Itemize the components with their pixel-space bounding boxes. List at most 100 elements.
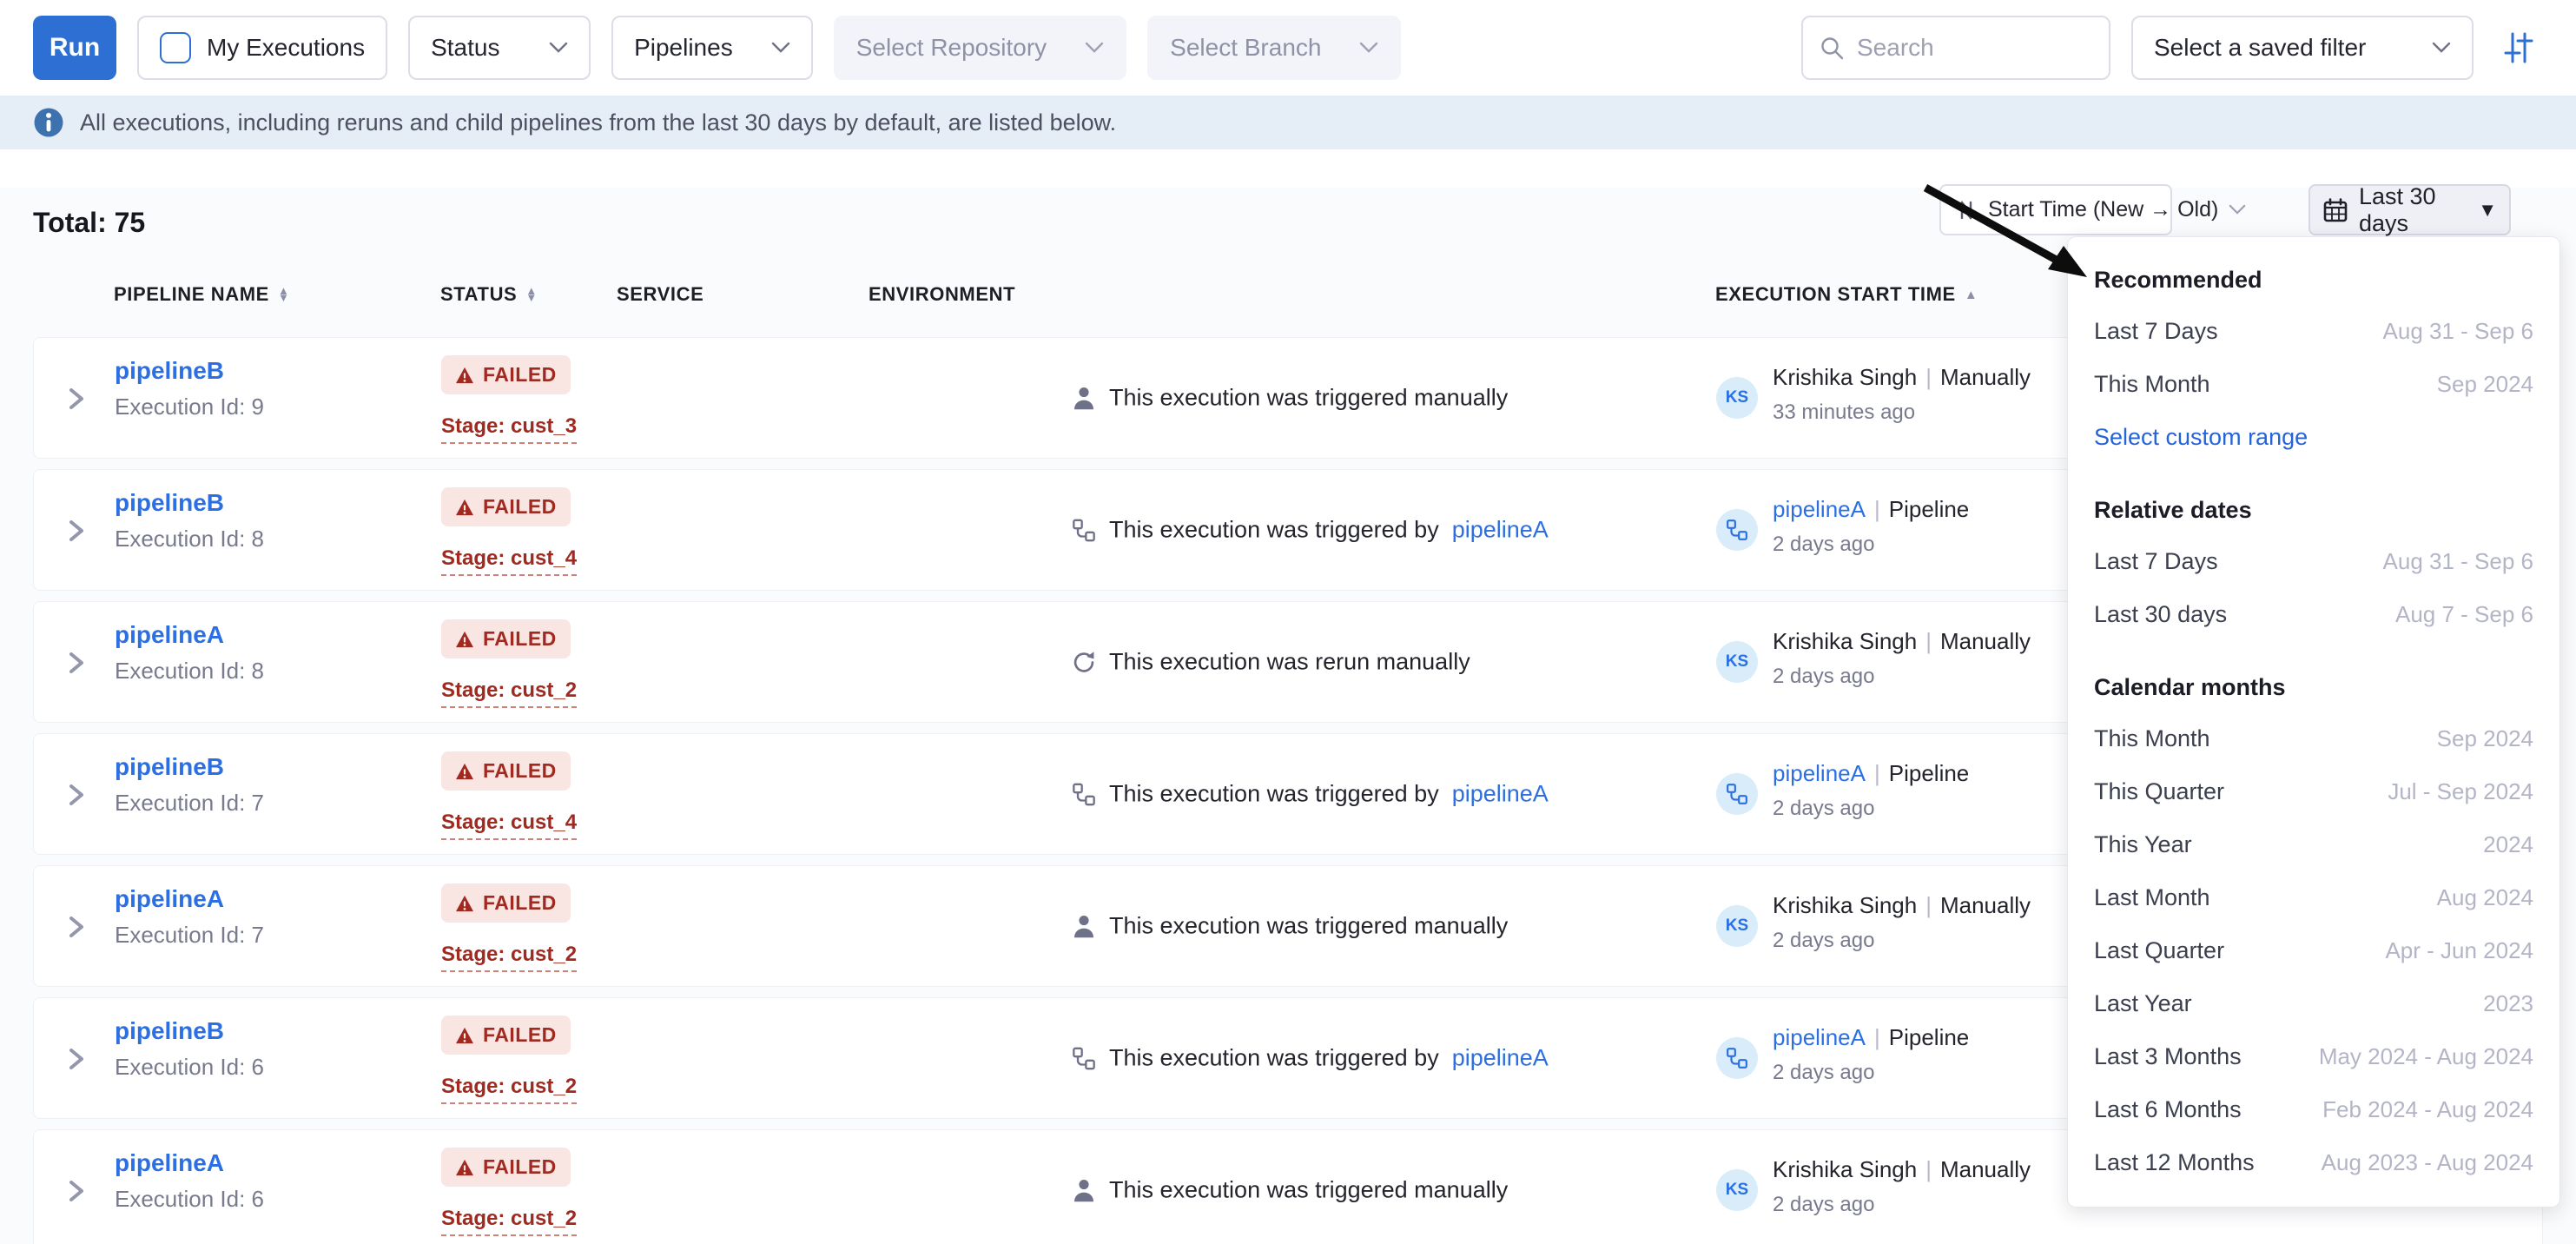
- failed-stage-link[interactable]: Stage: cust_4: [441, 546, 577, 576]
- top-toolbar: Run My Executions Status Pipelines Selec…: [0, 0, 2576, 96]
- failed-stage-link[interactable]: Stage: cust_3: [441, 414, 577, 444]
- chevron-down-icon: [1085, 42, 1104, 54]
- trigger-text: This execution was triggered manually: [1109, 1177, 1508, 1204]
- date-menu-item[interactable]: This QuarterJul - Sep 2024: [2068, 765, 2559, 818]
- triggered-by-name[interactable]: Krishika Singh: [1773, 628, 1917, 654]
- column-header-execution-start-time[interactable]: EXECUTION START TIME ▲: [1715, 283, 1978, 306]
- pipeline-name-link[interactable]: pipelineA: [115, 1149, 224, 1177]
- execution-id: Execution Id: 8: [115, 658, 264, 685]
- date-menu-item[interactable]: Last Quarter Apr - Jun 2024: [2068, 924, 2559, 977]
- date-range-dropdown[interactable]: Last 30 days ▼: [2308, 184, 2511, 235]
- rerun-icon: [1072, 650, 1096, 674]
- sort-order-dropdown[interactable]: Start Time (New → Old): [1939, 184, 2172, 235]
- date-menu-item[interactable]: Last MonthAug 2024: [2068, 871, 2559, 924]
- date-menu-item-label: This Quarter: [2094, 778, 2224, 805]
- triggered-by-name[interactable]: pipelineA: [1773, 1024, 1866, 1050]
- warning-triangle-icon: [455, 367, 474, 384]
- failed-stage-link[interactable]: Stage: cust_2: [441, 943, 577, 972]
- date-menu-section: Calendar monthsThis MonthSep 2024This Qu…: [2068, 662, 2559, 1189]
- failed-stage-link[interactable]: Stage: cust_2: [441, 1075, 577, 1104]
- date-menu-item-label: Last Quarter: [2094, 937, 2224, 964]
- column-header-service: SERVICE: [617, 283, 703, 306]
- expand-chevron-icon[interactable]: [66, 1177, 87, 1205]
- pipeline-name-link[interactable]: pipelineB: [115, 1017, 224, 1045]
- triggered-by-name[interactable]: Krishika Singh: [1773, 1156, 1917, 1182]
- filter-settings-button[interactable]: [2494, 23, 2543, 72]
- date-menu-item-range: Aug 31 - Sep 6: [2383, 548, 2533, 575]
- status-text: FAILED: [483, 1023, 557, 1047]
- date-menu-item[interactable]: Last 3 MonthsMay 2024 - Aug 2024: [2068, 1030, 2559, 1083]
- trigger-info: This execution was rerun manually: [1072, 649, 1470, 676]
- my-executions-checkbox[interactable]: [160, 32, 191, 63]
- branch-filter-label: Select Branch: [1170, 34, 1321, 62]
- date-menu-item[interactable]: Last 30 daysAug 7 - Sep 6: [2068, 588, 2559, 641]
- status-filter-label: Status: [431, 34, 499, 62]
- trigger-pipeline-link[interactable]: pipelineA: [1452, 1045, 1549, 1072]
- saved-filter-dropdown[interactable]: Select a saved filter: [2131, 16, 2474, 80]
- failed-stage-link[interactable]: Stage: cust_2: [441, 678, 577, 708]
- date-menu-item[interactable]: This Year2024: [2068, 818, 2559, 871]
- column-header-pipeline-name[interactable]: PIPELINE NAME ▲▼: [114, 283, 289, 306]
- expand-chevron-icon[interactable]: [66, 913, 87, 941]
- execution-id: Execution Id: 6: [115, 1186, 264, 1213]
- pipeline-name-link[interactable]: pipelineB: [115, 489, 224, 517]
- saved-filter-label: Select a saved filter: [2154, 34, 2366, 62]
- date-menu-item[interactable]: Last 7 DaysAug 31 - Sep 6: [2068, 305, 2559, 358]
- calendar-icon: [2322, 197, 2348, 223]
- pipeline-name-link[interactable]: pipelineB: [115, 357, 224, 385]
- triggered-by-name[interactable]: pipelineA: [1773, 760, 1866, 786]
- column-header-status[interactable]: STATUS ▲▼: [440, 283, 538, 306]
- pipeline-name-link[interactable]: pipelineA: [115, 621, 224, 649]
- date-menu-item-label: Last 12 Months: [2094, 1149, 2255, 1176]
- run-button[interactable]: Run: [33, 16, 116, 80]
- date-menu-section: Relative datesLast 7 DaysAug 31 - Sep 6L…: [2068, 485, 2559, 641]
- date-menu-item[interactable]: Last Year2023: [2068, 977, 2559, 1030]
- date-menu-item-range: Sep 2024: [2437, 371, 2533, 398]
- trigger-pipeline-link[interactable]: pipelineA: [1452, 517, 1549, 544]
- pipelines-filter-dropdown[interactable]: Pipelines: [611, 16, 813, 80]
- start-time-relative: 2 days ago: [1773, 929, 1874, 953]
- date-menu-item[interactable]: Select custom range: [2068, 411, 2559, 464]
- chevron-down-icon: [2229, 204, 2246, 215]
- date-menu-item-range: 2023: [2483, 990, 2533, 1017]
- search-input[interactable]: [1857, 34, 2093, 62]
- date-menu-item[interactable]: Last 7 DaysAug 31 - Sep 6: [2068, 535, 2559, 588]
- trigger-info: This execution was triggered manually: [1072, 913, 1508, 940]
- status-text: FAILED: [483, 495, 557, 519]
- avatar: KS: [1716, 641, 1758, 683]
- date-menu-item[interactable]: This MonthSep 2024: [2068, 358, 2559, 411]
- executions-page: Run My Executions Status Pipelines Selec…: [0, 0, 2576, 1244]
- chevron-down-icon: [549, 42, 568, 54]
- failed-stage-link[interactable]: Stage: cust_4: [441, 811, 577, 840]
- date-menu-item-label: Select custom range: [2094, 424, 2308, 451]
- status-badge: FAILED: [441, 487, 571, 526]
- my-executions-toggle[interactable]: My Executions: [137, 16, 387, 80]
- pipeline-icon: [1072, 518, 1096, 542]
- branch-filter-dropdown[interactable]: Select Branch: [1147, 16, 1401, 80]
- expand-chevron-icon[interactable]: [66, 649, 87, 677]
- expand-chevron-icon[interactable]: [66, 781, 87, 809]
- pipeline-name-link[interactable]: pipelineB: [115, 753, 224, 781]
- search-box[interactable]: [1801, 16, 2110, 80]
- expand-chevron-icon[interactable]: [66, 385, 87, 413]
- date-menu-item-label: Last 7 Days: [2094, 318, 2218, 345]
- status-text: FAILED: [483, 627, 557, 651]
- date-menu-item[interactable]: This MonthSep 2024: [2068, 712, 2559, 765]
- sort-both-icon: ▲▼: [278, 288, 289, 301]
- status-filter-dropdown[interactable]: Status: [408, 16, 591, 80]
- my-executions-label: My Executions: [207, 34, 365, 62]
- pipeline-name-link[interactable]: pipelineA: [115, 885, 224, 913]
- date-menu-item[interactable]: Last 6 MonthsFeb 2024 - Aug 2024: [2068, 1083, 2559, 1136]
- repository-filter-dropdown[interactable]: Select Repository: [834, 16, 1126, 80]
- failed-stage-link[interactable]: Stage: cust_2: [441, 1207, 577, 1236]
- date-range-label: Last 30 days: [2359, 183, 2467, 237]
- trigger-pipeline-link[interactable]: pipelineA: [1452, 781, 1549, 808]
- triggered-by-name[interactable]: Krishika Singh: [1773, 892, 1917, 918]
- repository-filter-label: Select Repository: [856, 34, 1047, 62]
- date-menu-item-range: Apr - Jun 2024: [2385, 937, 2533, 964]
- date-menu-item[interactable]: Last 12 MonthsAug 2023 - Aug 2024: [2068, 1136, 2559, 1189]
- expand-chevron-icon[interactable]: [66, 517, 87, 545]
- triggered-by-name[interactable]: pipelineA: [1773, 496, 1866, 522]
- expand-chevron-icon[interactable]: [66, 1045, 87, 1073]
- triggered-by-name[interactable]: Krishika Singh: [1773, 364, 1917, 390]
